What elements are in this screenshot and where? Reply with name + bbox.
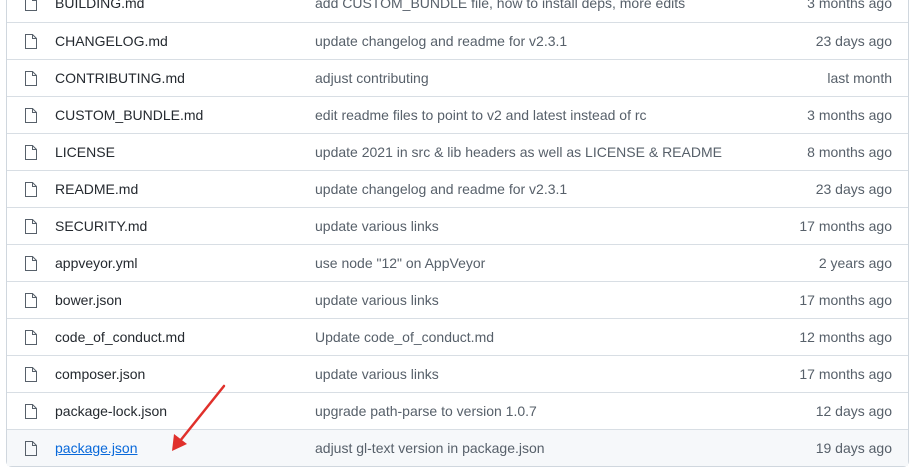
file-name[interactable]: bower.json (55, 292, 122, 308)
file-icon (25, 219, 37, 234)
file-row-contributing[interactable]: CONTRIBUTING.md adjust contributing last… (7, 59, 908, 96)
file-row-appveyor[interactable]: appveyor.yml use node "12" on AppVeyor 2… (7, 244, 908, 281)
file-row-code-of-conduct[interactable]: code_of_conduct.md Update code_of_conduc… (7, 318, 908, 355)
commit-message[interactable]: edit readme files to point to v2 and lat… (315, 107, 647, 123)
commit-age: 12 months ago (799, 329, 892, 345)
file-name[interactable]: LICENSE (55, 144, 115, 160)
commit-message[interactable]: update various links (315, 292, 439, 308)
file-row-custom-bundle[interactable]: CUSTOM_BUNDLE.md edit readme files to po… (7, 96, 908, 133)
file-icon (25, 367, 37, 382)
commit-age: last month (827, 70, 892, 86)
commit-message[interactable]: update various links (315, 218, 439, 234)
file-name[interactable]: CUSTOM_BUNDLE.md (55, 107, 203, 123)
file-row-bower[interactable]: bower.json update various links 17 month… (7, 281, 908, 318)
commit-age: 17 months ago (799, 292, 892, 308)
commit-message[interactable]: update changelog and readme for v2.3.1 (315, 181, 567, 197)
commit-age: 23 days ago (815, 181, 892, 197)
file-name[interactable]: appveyor.yml (55, 255, 137, 271)
commit-age: 2 years ago (818, 255, 892, 271)
commit-message[interactable]: Update code_of_conduct.md (315, 329, 494, 345)
commit-age: 23 days ago (815, 33, 892, 49)
file-icon (25, 256, 37, 271)
file-icon (25, 404, 37, 419)
file-row-security[interactable]: SECURITY.md update various links 17 mont… (7, 207, 908, 244)
file-row-package-json[interactable]: package.json adjust gl-text version in p… (7, 429, 908, 466)
file-name[interactable]: README.md (55, 181, 138, 197)
commit-message[interactable]: update various links (315, 366, 439, 382)
commit-age: 17 months ago (799, 218, 892, 234)
file-row-building[interactable]: BUILDING.md add CUSTOM_BUNDLE file, how … (7, 0, 908, 22)
commit-age: 8 months ago (807, 144, 892, 160)
file-name-link[interactable]: package.json (55, 440, 138, 456)
file-icon (25, 34, 37, 49)
file-icon (25, 108, 37, 123)
commit-age: 3 months ago (807, 0, 892, 11)
commit-message[interactable]: update 2021 in src & lib headers as well… (315, 144, 722, 160)
file-name[interactable]: SECURITY.md (55, 218, 147, 234)
file-list: BUILDING.md add CUSTOM_BUNDLE file, how … (6, 0, 909, 467)
file-row-composer[interactable]: composer.json update various links 17 mo… (7, 355, 908, 392)
file-icon (25, 330, 37, 345)
file-row-readme[interactable]: README.md update changelog and readme fo… (7, 170, 908, 207)
commit-message[interactable]: update changelog and readme for v2.3.1 (315, 33, 567, 49)
file-name[interactable]: code_of_conduct.md (55, 329, 185, 345)
commit-message[interactable]: use node "12" on AppVeyor (315, 255, 485, 271)
file-name[interactable]: CHANGELOG.md (55, 33, 168, 49)
commit-age: 12 days ago (815, 403, 892, 419)
commit-age: 19 days ago (815, 440, 892, 456)
file-row-package-lock[interactable]: package-lock.json upgrade path-parse to … (7, 392, 908, 429)
file-name[interactable]: BUILDING.md (55, 0, 144, 11)
commit-message[interactable]: upgrade path-parse to version 1.0.7 (315, 403, 537, 419)
commit-message[interactable]: adjust gl-text version in package.json (315, 440, 545, 456)
file-row-changelog[interactable]: CHANGELOG.md update changelog and readme… (7, 22, 908, 59)
file-name[interactable]: CONTRIBUTING.md (55, 70, 185, 86)
file-name[interactable]: composer.json (55, 366, 145, 382)
commit-age: 3 months ago (807, 107, 892, 123)
file-icon (25, 145, 37, 160)
file-name[interactable]: package-lock.json (55, 403, 167, 419)
commit-age: 17 months ago (799, 366, 892, 382)
file-row-license[interactable]: LICENSE update 2021 in src & lib headers… (7, 133, 908, 170)
file-icon (25, 71, 37, 86)
file-icon (25, 441, 37, 456)
file-icon (25, 182, 37, 197)
file-icon (25, 0, 37, 11)
commit-message[interactable]: adjust contributing (315, 70, 429, 86)
commit-message[interactable]: add CUSTOM_BUNDLE file, how to install d… (315, 0, 685, 11)
file-icon (25, 293, 37, 308)
